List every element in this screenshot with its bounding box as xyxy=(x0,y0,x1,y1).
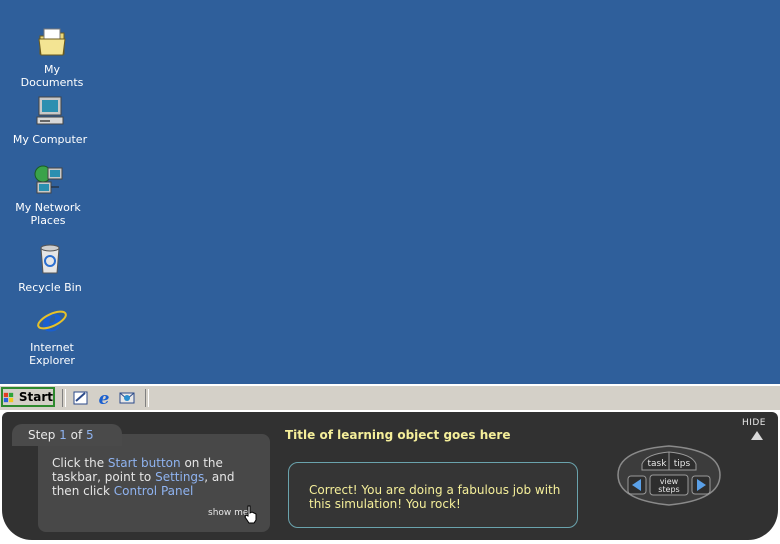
show-desktop-icon[interactable] xyxy=(72,389,90,407)
desktop-icon-internet-explorer[interactable]: e Internet Explorer xyxy=(14,301,90,367)
previous-step-button[interactable] xyxy=(627,475,647,495)
desktop-icon-recycle-bin[interactable]: Recycle Bin xyxy=(12,242,88,294)
instruction-text: Click the xyxy=(52,456,108,470)
navigation-pod: task tips view steps xyxy=(617,445,721,506)
step-of: of xyxy=(70,428,83,442)
internet-explorer-icon: e xyxy=(37,301,67,339)
taskbar-separator xyxy=(145,389,149,407)
my-computer-icon xyxy=(36,96,64,125)
feedback-text: Correct! You are doing a fabulous job wi… xyxy=(309,483,561,511)
desktop-icon-label: My Documents xyxy=(20,63,84,89)
step-current: 1 xyxy=(59,428,67,442)
taskbar-separator xyxy=(62,389,66,407)
view-steps-label: steps xyxy=(658,485,679,494)
hand-cursor-icon xyxy=(244,505,257,524)
hide-button-label[interactable]: HIDE xyxy=(742,418,766,428)
svg-text:e: e xyxy=(42,302,62,336)
taskbar: Start e xyxy=(0,384,780,411)
step-instruction-text: Click the Start button on the taskbar, p… xyxy=(52,456,262,498)
step-prefix: Step xyxy=(28,428,56,442)
learning-object-title: Title of learning object goes here xyxy=(285,428,511,442)
instruction-highlight-start-button: Start button xyxy=(107,456,181,470)
desktop-icon-label: My Computer xyxy=(12,133,88,146)
my-documents-icon xyxy=(38,28,66,56)
desktop-icon-label: Internet Explorer xyxy=(29,341,75,367)
hide-arrow-icon[interactable] xyxy=(751,431,763,440)
step-total: 5 xyxy=(86,428,94,442)
task-label: task xyxy=(648,459,668,469)
outlook-express-icon[interactable] xyxy=(118,389,136,407)
windows-logo-icon xyxy=(3,392,14,402)
label-line: My Network Places xyxy=(15,201,81,227)
desktop-icon-label: My Network Places xyxy=(10,201,86,227)
instruction-highlight-control-panel: Control Panel xyxy=(113,484,194,498)
tutorial-panel-body: HIDE Click the Start button on the taskb… xyxy=(2,412,778,540)
step-indicator-tab: Step 1 of 5 xyxy=(12,424,122,446)
desktop: My Documents My Computer My Network Plac… xyxy=(0,0,780,384)
svg-text:e: e xyxy=(99,389,110,407)
instruction-highlight-settings: Settings xyxy=(155,470,205,484)
network-places-icon xyxy=(34,165,63,194)
feedback-box: Correct! You are doing a fabulous job wi… xyxy=(288,462,578,528)
desktop-icon-network-places[interactable]: My Network Places xyxy=(10,162,86,227)
tutorial-panel: HIDE Click the Start button on the taskb… xyxy=(0,410,780,544)
internet-explorer-icon[interactable]: e xyxy=(95,389,113,407)
start-label: Start xyxy=(18,390,53,404)
desktop-icon-my-computer[interactable]: My Computer xyxy=(12,94,88,146)
recycle-bin-icon xyxy=(40,244,60,274)
tips-label: tips xyxy=(674,459,691,469)
start-button[interactable]: Start xyxy=(1,387,55,407)
step-instructions-box: Click the Start button on the taskbar, p… xyxy=(38,434,270,532)
view-steps-button[interactable]: view steps xyxy=(649,474,689,496)
next-step-button[interactable] xyxy=(691,475,711,495)
desktop-icon-my-documents[interactable]: My Documents xyxy=(14,24,90,89)
desktop-icon-label: Recycle Bin xyxy=(18,281,82,294)
